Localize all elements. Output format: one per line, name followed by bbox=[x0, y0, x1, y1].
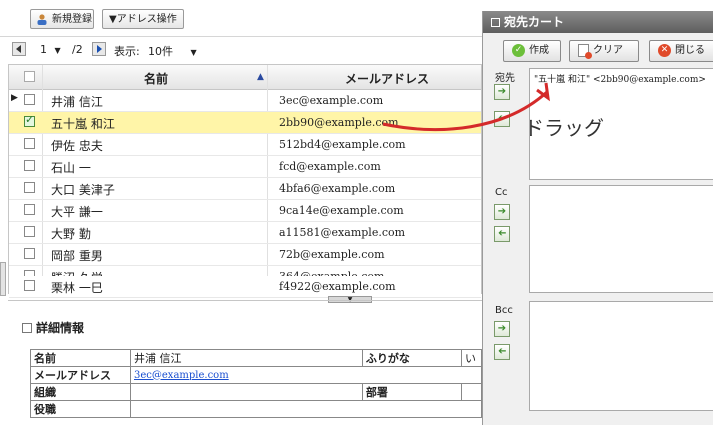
create-button[interactable]: ✓ 作成 bbox=[503, 40, 561, 62]
row-checkbox[interactable] bbox=[24, 248, 35, 259]
row-name: 伊佐 忠夫 bbox=[51, 139, 103, 153]
row-name: 五十嵐 和江 bbox=[51, 117, 115, 131]
row-email: f4922@example.com bbox=[279, 280, 396, 293]
table-row[interactable]: 岡部 重男 72b@example.com bbox=[9, 244, 481, 266]
display-label: 表示: bbox=[114, 45, 140, 58]
department-label: 部署 bbox=[361, 383, 463, 401]
per-page-value: 10件 bbox=[148, 45, 173, 58]
row-email: fcd@example.com bbox=[279, 160, 381, 173]
new-entry-label: 新規登録 bbox=[52, 14, 92, 25]
prev-arrow-icon bbox=[16, 45, 21, 53]
address-operations-dropdown[interactable]: ▼アドレス操作 bbox=[102, 9, 184, 29]
arrow-left-icon: ➔ bbox=[497, 346, 507, 357]
clear-label: クリア bbox=[593, 45, 623, 56]
row-checkbox[interactable] bbox=[24, 204, 35, 215]
page-number-select[interactable]: 1 ▼ bbox=[40, 43, 61, 56]
row-name: 栗林 一巳 bbox=[51, 281, 103, 295]
row-checkbox[interactable] bbox=[24, 226, 35, 237]
user-add-icon bbox=[36, 14, 49, 26]
page-count: /2 bbox=[72, 43, 83, 56]
row-email: 3ec@example.com bbox=[279, 94, 384, 107]
row-checkbox[interactable] bbox=[24, 160, 35, 171]
table-row[interactable]: 大野 勤 a11581@example.com bbox=[9, 222, 481, 244]
row-email: a11581@example.com bbox=[279, 226, 406, 239]
close-label: 閉じる bbox=[675, 45, 705, 56]
row-name: 大平 謙一 bbox=[51, 205, 103, 219]
organization-value bbox=[130, 383, 363, 401]
email-link[interactable]: 3ec@example.com bbox=[130, 366, 482, 384]
organization-label: 組織 bbox=[30, 383, 131, 401]
table-row[interactable]: 大平 謙一 9ca14e@example.com bbox=[9, 200, 481, 222]
dialog-title: 宛先カート bbox=[504, 15, 565, 29]
details-table: 名前 井浦 信江 ふりがな い メールアドレス 3ec@example.com … bbox=[30, 349, 482, 418]
page-number: 1 bbox=[40, 43, 47, 56]
drag-annotation-text: ドラッグ bbox=[524, 116, 604, 140]
row-checkbox[interactable] bbox=[24, 113, 35, 127]
remove-cc-button[interactable]: ➔ bbox=[494, 226, 510, 242]
chevron-down-icon: ▼ bbox=[190, 48, 197, 57]
row-checkbox[interactable] bbox=[24, 182, 35, 193]
row-name: 石山 一 bbox=[51, 161, 91, 175]
details-panel: 詳細情報 名前 井浦 信江 ふりがな い メールアドレス 3ec@example… bbox=[8, 300, 482, 426]
sort-ascending-icon: ▲ bbox=[257, 72, 264, 82]
arrow-left-icon: ➔ bbox=[497, 228, 507, 239]
furigana-value: い bbox=[461, 349, 482, 367]
row-email: 72b@example.com bbox=[279, 248, 385, 261]
row-name: 岡部 重男 bbox=[51, 249, 103, 263]
chevron-down-icon: ▼ bbox=[54, 46, 61, 55]
arrow-right-icon: ➔ bbox=[497, 206, 507, 217]
row-name: 大口 美津子 bbox=[51, 183, 115, 197]
dialog-titlebar[interactable]: 宛先カート bbox=[483, 11, 713, 33]
new-entry-button[interactable]: 新規登録 bbox=[30, 9, 94, 29]
select-all-checkbox[interactable] bbox=[24, 71, 35, 82]
table-row[interactable]: 石山 一 fcd@example.com bbox=[9, 156, 481, 178]
row-checkbox[interactable] bbox=[24, 94, 35, 105]
row-email: 4bfa6@example.com bbox=[279, 182, 396, 195]
next-page-button[interactable] bbox=[92, 42, 106, 56]
close-circle-icon: ✕ bbox=[658, 43, 671, 57]
row-name: 井浦 信江 bbox=[51, 95, 103, 109]
name-value: 井浦 信江 bbox=[130, 349, 363, 367]
add-bcc-button[interactable]: ➔ bbox=[494, 321, 510, 337]
prev-page-button[interactable] bbox=[12, 42, 26, 56]
email-label: メールアドレス bbox=[30, 366, 131, 384]
toolbar: 新規登録 ▼アドレス操作 bbox=[0, 0, 482, 37]
details-square-icon bbox=[22, 323, 32, 333]
pager: 1 ▼ /2 表示: 10件 ▼ bbox=[8, 38, 482, 62]
clear-button[interactable]: クリア bbox=[569, 40, 639, 62]
department-value bbox=[461, 383, 482, 401]
row-name: 大野 勤 bbox=[51, 227, 91, 241]
role-value bbox=[130, 400, 482, 418]
current-row-indicator-icon: ▶ bbox=[11, 93, 18, 103]
dialog-square-icon bbox=[491, 18, 500, 27]
details-title: 詳細情報 bbox=[36, 321, 85, 335]
table-row[interactable]: 栗林 一巳 f4922@example.com bbox=[9, 276, 481, 298]
table-row[interactable]: 大口 美津子 4bfa6@example.com bbox=[9, 178, 481, 200]
row-checkbox[interactable] bbox=[24, 280, 35, 291]
furigana-label: ふりがな bbox=[361, 349, 463, 367]
role-label: 役職 bbox=[30, 400, 131, 418]
cc-label: Cc bbox=[495, 187, 508, 198]
remove-bcc-button[interactable]: ➔ bbox=[494, 344, 510, 360]
row-email: 512bd4@example.com bbox=[279, 138, 406, 151]
clear-doc-icon bbox=[578, 43, 592, 59]
column-header-name[interactable]: 名前 bbox=[144, 70, 168, 87]
close-button[interactable]: ✕ 閉じる bbox=[649, 40, 713, 62]
left-collapse-handle[interactable] bbox=[0, 262, 6, 296]
address-operations-label: ▼アドレス操作 bbox=[109, 14, 177, 25]
row-checkbox[interactable] bbox=[24, 138, 35, 149]
row-email: 9ca14e@example.com bbox=[279, 204, 404, 217]
next-arrow-icon bbox=[97, 45, 102, 53]
bcc-field[interactable] bbox=[529, 301, 713, 411]
add-cc-button[interactable]: ➔ bbox=[494, 204, 510, 220]
cc-field[interactable] bbox=[529, 185, 713, 293]
bcc-label: Bcc bbox=[495, 305, 513, 316]
create-label: 作成 bbox=[529, 45, 549, 56]
recipient-cart-dialog: 宛先カート ✓ 作成 クリア ✕ 閉じる 宛先 ➔ ➔ "五十嵐 和江" <2bb9… bbox=[482, 11, 713, 425]
arrow-right-icon: ➔ bbox=[497, 323, 507, 334]
name-label: 名前 bbox=[30, 349, 131, 367]
check-circle-icon: ✓ bbox=[512, 43, 525, 57]
per-page-select[interactable]: 10件 ▼ bbox=[148, 43, 197, 59]
